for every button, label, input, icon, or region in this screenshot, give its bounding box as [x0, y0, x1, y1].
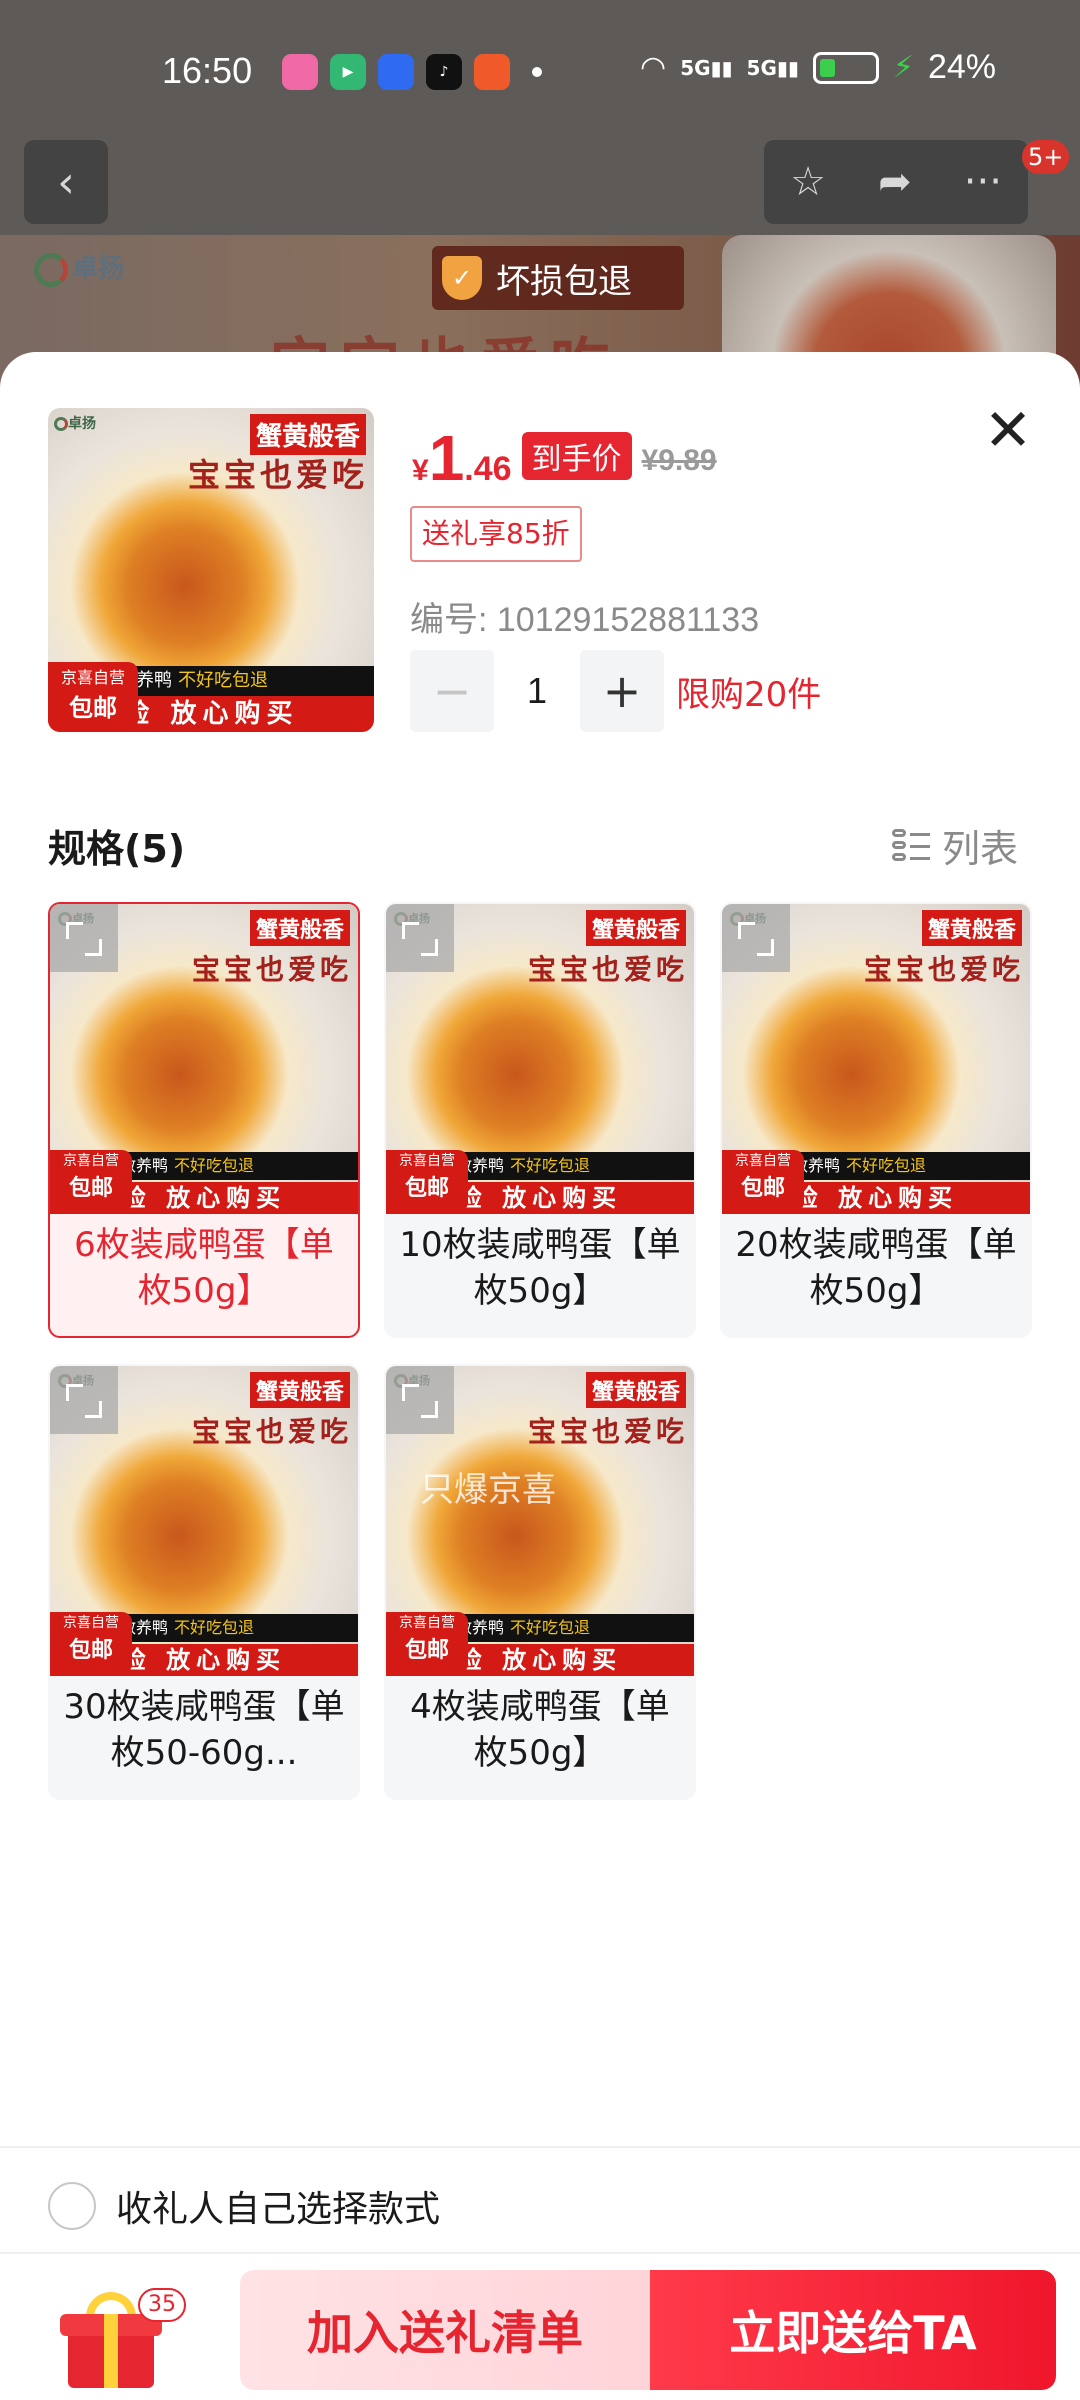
sku-selector-sheet: 卓扬 蟹黄般香 宝宝也爱吃 散养鸭 不好吃包退 检 放心购买 京喜自营 包邮 ¥1.…: [0, 352, 1080, 2400]
original-price: ¥9.89: [641, 444, 717, 477]
spec-option-label: 10枚装咸鸭蛋【单枚50g】: [399, 1225, 681, 1311]
notification-app-icon: [378, 54, 414, 90]
thumbnail-slogan: 宝宝也爱吃: [191, 1415, 352, 1448]
thumbnail-slogan: 宝宝也爱吃: [527, 1415, 688, 1448]
jd-badge: 京喜自营 包邮: [50, 1150, 132, 1212]
decrease-quantity-button[interactable]: −: [410, 650, 494, 732]
expand-image-icon[interactable]: [50, 1366, 118, 1434]
list-view-label: 列表: [942, 827, 1019, 871]
divider: [0, 2252, 1080, 2254]
recipient-choice-label: 收礼人自己选择款式: [116, 2189, 441, 2230]
jd-badge: 京喜自营 包邮: [48, 662, 138, 730]
status-bar: 16:50 ▶ ♪ ◠ 5G▮▮ 5G▮▮ ⚡ 24%: [0, 0, 1080, 140]
more-icon[interactable]: ···: [964, 159, 1002, 205]
recipient-choice-radio[interactable]: [48, 2182, 96, 2230]
thumbnail-tag: 蟹黄般香: [249, 1372, 350, 1408]
notification-badge: 5+: [1022, 140, 1070, 174]
final-price-tag: 到手价: [521, 432, 632, 480]
list-view-toggle[interactable]: 列表: [892, 818, 1018, 873]
spec-option-label: 20枚装咸鸭蛋【单枚50g】: [735, 1225, 1017, 1311]
spec-option-image: 卓扬蟹黄般香宝宝也爱吃散养鸭不好吃包退检 放心购买京喜自营包邮: [386, 904, 694, 1214]
more-notifications-dot: [532, 67, 542, 77]
chevron-left-icon: ‹: [57, 156, 75, 208]
expand-image-icon[interactable]: [386, 1366, 454, 1434]
thumbnail-slogan: 宝宝也爱吃: [527, 953, 688, 986]
spec-option-card[interactable]: 卓扬蟹黄般香宝宝也爱吃散养鸭不好吃包退检 放心购买京喜自营包邮30枚装咸鸭蛋【单…: [48, 1364, 360, 1800]
final-price: ¥1.46: [412, 422, 512, 494]
quantity-stepper: − 1 + 限购20件: [410, 650, 821, 732]
thumbnail-slogan: 宝宝也爱吃: [191, 953, 352, 986]
spec-option-image: 卓扬蟹黄般香宝宝也爱吃散养鸭不好吃包退检 放心购买京喜自营包邮: [50, 904, 358, 1214]
gift-count-badge: 35: [138, 2288, 186, 2322]
guarantee-label: 坏损包退: [496, 261, 632, 302]
watermark: 只爆京喜: [420, 1470, 556, 1510]
battery-percent: 24%: [927, 48, 997, 86]
notification-app-icon: [282, 54, 318, 90]
add-to-gift-list-button[interactable]: 加入送礼清单: [240, 2270, 650, 2390]
jd-badge: 京喜自营 包邮: [722, 1150, 804, 1212]
increase-quantity-button[interactable]: +: [580, 650, 664, 732]
thumbnail-tag: 蟹黄般香: [921, 910, 1022, 946]
spec-option-card[interactable]: 卓扬蟹黄般香宝宝也爱吃散养鸭不好吃包退检 放心购买京喜自营包邮4枚装咸鸭蛋【单枚…: [384, 1364, 696, 1800]
product-thumbnail: 卓扬 蟹黄般香 宝宝也爱吃 散养鸭 不好吃包退 检 放心购买 京喜自营 包邮: [48, 408, 374, 732]
thumbnail-tag: 蟹黄般香: [249, 910, 350, 946]
thumbnail-slogan: 宝宝也爱吃: [187, 456, 368, 494]
thumbnail-slogan: 宝宝也爱吃: [863, 953, 1024, 986]
spec-option-card[interactable]: 卓扬蟹黄般香宝宝也爱吃散养鸭不好吃包退检 放心购买京喜自营包邮20枚装咸鸭蛋【单…: [720, 902, 1032, 1338]
spec-option-card[interactable]: 卓扬蟹黄般香宝宝也爱吃散养鸭不好吃包退检 放心购买京喜自营包邮10枚装咸鸭蛋【单…: [384, 902, 696, 1338]
wifi-icon: ◠: [640, 50, 667, 85]
battery-icon: [812, 51, 879, 84]
sku-number: 编号: 10129152881133: [410, 601, 760, 639]
share-icon[interactable]: ➦: [878, 159, 912, 205]
spec-option-card[interactable]: 卓扬蟹黄般香宝宝也爱吃散养鸭不好吃包退检 放心购买京喜自营包邮6枚装咸鸭蛋【单枚…: [48, 902, 360, 1338]
spec-option-label: 4枚装咸鸭蛋【单枚50g】: [410, 1687, 670, 1773]
signal-icon: 5G▮▮: [746, 55, 799, 80]
status-app-icons: ▶ ♪: [282, 54, 542, 90]
spec-option-image: 卓扬蟹黄般香宝宝也爱吃散养鸭不好吃包退检 放心购买京喜自营包邮: [50, 1366, 358, 1676]
expand-image-icon[interactable]: [722, 904, 790, 972]
jd-badge: 京喜自营 包邮: [50, 1612, 132, 1674]
expand-image-icon[interactable]: [386, 904, 454, 972]
spec-option-label: 6枚装咸鸭蛋【单枚50g】: [74, 1225, 334, 1311]
guarantee-badge: ✓ 坏损包退: [432, 246, 684, 310]
quantity-value[interactable]: 1: [494, 670, 580, 712]
notification-app-icon: ♪: [426, 54, 462, 90]
spec-option-image: 卓扬蟹黄般香宝宝也爱吃散养鸭不好吃包退检 放心购买京喜自营包邮: [722, 904, 1030, 1214]
notification-app-icon: [474, 54, 510, 90]
expand-image-icon[interactable]: [50, 904, 118, 972]
brand-logo: 卓扬: [54, 413, 100, 433]
back-button[interactable]: ‹: [24, 140, 108, 224]
jd-badge: 京喜自营 包邮: [386, 1150, 468, 1212]
thumbnail-tag: 蟹黄般香: [585, 1372, 686, 1408]
divider: [0, 2146, 1080, 2148]
gift-list-button[interactable]: 35: [58, 2288, 186, 2388]
recipient-choice-option[interactable]: 收礼人自己选择款式: [48, 2180, 440, 2232]
list-view-icon: [892, 827, 930, 865]
purchase-limit: 限购20件: [676, 674, 822, 715]
signal-icon: 5G▮▮: [680, 55, 733, 80]
bottom-action-bar: 35 加入送礼清单 立即送给TA: [0, 2266, 1080, 2400]
favorite-star-icon[interactable]: ☆: [790, 159, 826, 205]
header-actions: ☆ ➦ ···: [764, 140, 1028, 224]
thumbnail-tag: 蟹黄般香: [585, 910, 686, 946]
close-icon[interactable]: ✕: [982, 401, 1034, 459]
thumbnail-tag: 蟹黄般香: [249, 414, 366, 455]
spec-option-image: 卓扬蟹黄般香宝宝也爱吃散养鸭不好吃包退检 放心购买京喜自营包邮: [386, 1366, 694, 1676]
background-brand-logo: 卓扬: [34, 248, 144, 288]
shield-check-icon: ✓: [442, 256, 482, 300]
charging-icon: ⚡: [892, 50, 914, 85]
spec-option-label: 30枚装咸鸭蛋【单枚50-60g...: [63, 1687, 345, 1773]
status-indicators: ◠ 5G▮▮ 5G▮▮ ⚡ 24%: [640, 48, 996, 87]
spec-section-title: 规格(5): [48, 827, 186, 871]
jd-badge: 京喜自营 包邮: [386, 1612, 468, 1674]
price-row: ¥1.46 到手价 ¥9.89: [412, 420, 717, 490]
status-time: 16:50: [162, 50, 253, 91]
notification-app-icon: ▶: [330, 54, 366, 90]
send-now-button[interactable]: 立即送给TA: [650, 2270, 1056, 2390]
gift-discount-badge: 送礼享85折: [410, 506, 582, 562]
